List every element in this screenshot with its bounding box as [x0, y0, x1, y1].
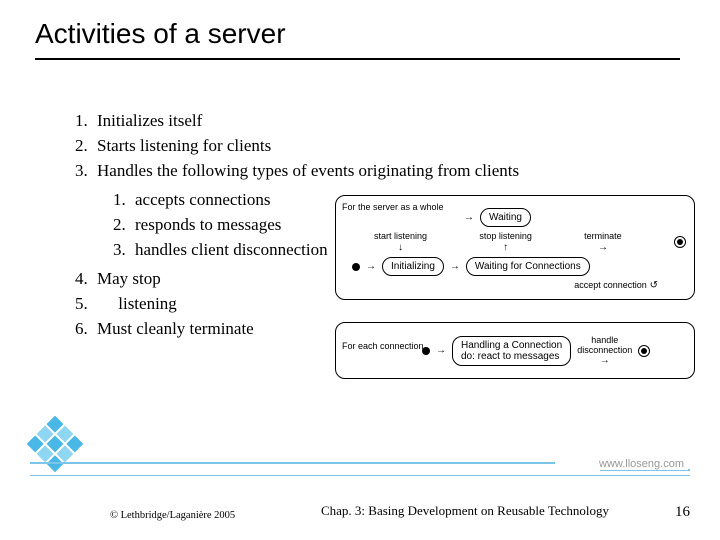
- list-item: 2.Starts listening for clients: [75, 135, 519, 158]
- copyright: © Lethbridge/Laganière 2005: [110, 510, 235, 521]
- chapter-label: Chap. 3: Basing Development on Reusable …: [310, 504, 620, 519]
- main-list: 1.Initializes itself 2.Starts listening …: [75, 110, 519, 183]
- group-label: For each connection: [342, 341, 424, 351]
- diagram-group-server: For the server as a whole → Waiting star…: [335, 195, 695, 300]
- label-stop-listening: stop listening: [479, 231, 532, 241]
- slide-title: Activities of a server: [35, 18, 286, 50]
- list-text: listening: [97, 294, 177, 313]
- state-diagram: For the server as a whole → Waiting star…: [335, 195, 695, 379]
- final-state-icon: [638, 345, 650, 357]
- state-initializing: Initializing: [382, 257, 444, 276]
- label-terminate: terminate: [584, 231, 622, 241]
- label-handle-disconnection: handle disconnection: [577, 335, 632, 355]
- page-number: 16: [675, 504, 690, 521]
- list-text: responds to messages: [135, 215, 281, 234]
- label-accept-connection: accept connection: [574, 280, 647, 290]
- list-item: 1.Initializes itself: [75, 110, 519, 133]
- title-underline: [35, 58, 680, 60]
- initial-state-icon: [352, 263, 360, 271]
- list-text: Handles the following types of events or…: [97, 161, 519, 180]
- list-text: May stop: [97, 269, 161, 288]
- footer-rule: [30, 462, 555, 464]
- label-start-listening: start listening: [374, 231, 427, 241]
- list-text: Initializes itself: [97, 111, 202, 130]
- footer-rule: [30, 475, 690, 476]
- list-text: Starts listening for clients: [97, 136, 271, 155]
- list-text: handles client disconnection: [135, 240, 328, 259]
- list-text: accepts connections: [135, 190, 270, 209]
- state-waiting: Waiting: [480, 208, 531, 227]
- diagram-group-connection: For each connection → Handling a Connect…: [335, 322, 695, 379]
- state-handling-connection: Handling a Connection do: react to messa…: [452, 336, 571, 366]
- state-waiting-connections: Waiting for Connections: [466, 257, 590, 276]
- final-state-icon: [674, 236, 686, 248]
- list-text: Must cleanly terminate: [97, 319, 254, 338]
- site-url: www.lloseng.com: [595, 458, 688, 470]
- group-label: For the server as a whole: [342, 202, 444, 212]
- list-item: 3.Handles the following types of events …: [75, 160, 519, 183]
